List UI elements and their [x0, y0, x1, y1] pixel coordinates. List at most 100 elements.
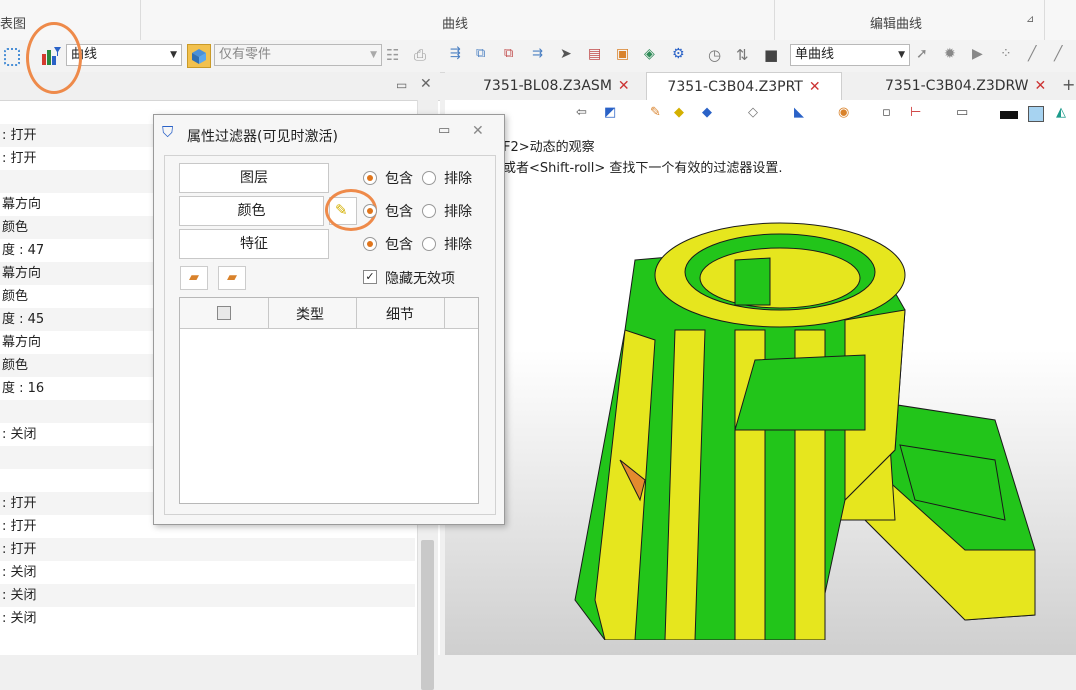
- graphics-viewport[interactable]: F2>动态的观察 或者<Shift-roll> 查找下一个有效的过滤器设置.: [445, 100, 1076, 655]
- ribbon-edit-curves-label: 编辑曲线: [870, 17, 923, 32]
- diagonal-icon[interactable]: ╱: [1054, 46, 1074, 66]
- scrollbar-thumb[interactable]: [421, 540, 434, 690]
- lamp-icon[interactable]: ◭: [1056, 105, 1066, 120]
- gear-icon[interactable]: ✹: [944, 46, 964, 66]
- move-icon[interactable]: ⇉: [532, 46, 552, 66]
- ribbon-left-label: 表图: [0, 17, 27, 32]
- layer-filter-label: 图层: [240, 170, 268, 186]
- dimension-icon[interactable]: ⊢: [910, 105, 921, 120]
- color-exclude-radio[interactable]: [422, 204, 436, 218]
- tab-prt[interactable]: 7351-C3B04.Z3PRT ✕: [646, 72, 842, 101]
- curve-tool-icon[interactable]: ☷: [386, 46, 406, 66]
- part-model[interactable]: [565, 220, 1045, 640]
- frame-icon[interactable]: ▫: [882, 105, 891, 120]
- ribbon-curves-label: 曲线: [442, 17, 469, 32]
- layer-include-radio[interactable]: [363, 171, 377, 185]
- filter-combo[interactable]: 曲线 ▼: [66, 44, 182, 66]
- ribbon-section-edit-curves: 编辑曲线 ⊿: [774, 0, 1045, 40]
- scope-combo[interactable]: 仅有零件 ▼: [214, 44, 382, 66]
- close-icon[interactable]: ✕: [1035, 78, 1047, 94]
- list-item: : 关闭: [0, 607, 415, 630]
- print-icon[interactable]: ⎙: [414, 46, 434, 66]
- list-item-text: : 打开: [2, 128, 37, 143]
- curve-type-combo[interactable]: 单曲线 ▼: [790, 44, 910, 66]
- attribute-filter-dialog: ⛉ 属性过滤器(可见时激活) ▭ ✕ 图层 包含 排除 颜色 ✎ 包含 排除 特…: [153, 114, 505, 525]
- list-item-text: 幕方向: [2, 197, 42, 212]
- close-icon[interactable]: ✕: [618, 78, 630, 94]
- close-icon[interactable]: ✕: [809, 79, 821, 95]
- feature-filter-button[interactable]: 特征: [179, 229, 329, 259]
- settings-icon[interactable]: ⚙: [672, 46, 692, 66]
- tab-label: 7351-C3B04.Z3DRW: [885, 78, 1029, 94]
- view-icon[interactable]: ◩: [604, 105, 616, 120]
- tab-asm[interactable]: 7351-BL08.Z3ASM ✕: [483, 72, 630, 100]
- scope-combo-value: 仅有零件: [219, 47, 272, 62]
- box-icon[interactable]: ◈: [644, 46, 664, 66]
- points-icon[interactable]: ⁘: [1000, 46, 1020, 66]
- paste-icon[interactable]: ⧉: [504, 46, 524, 66]
- restore-icon[interactable]: ▭: [396, 78, 407, 92]
- list-item-text: : 打开: [2, 542, 37, 557]
- pencil-icon[interactable]: ✎: [650, 105, 661, 120]
- list-icon[interactable]: ▤: [588, 46, 608, 66]
- ribbon-section-curves: 曲线: [140, 0, 775, 40]
- list-item-text: 度 : 45: [2, 312, 45, 327]
- chevron-down-icon: ▼: [898, 50, 905, 60]
- exit-icon[interactable]: ⇦: [576, 105, 587, 120]
- cube-blue-icon[interactable]: ◆: [702, 105, 712, 120]
- layer-filter-button[interactable]: 图层: [179, 163, 329, 193]
- list-item-text: : 打开: [2, 519, 37, 534]
- close-icon[interactable]: ✕: [420, 76, 432, 92]
- play-icon[interactable]: ▶: [972, 46, 992, 66]
- list-item-text: : 关闭: [2, 565, 37, 580]
- viewport-hint-2: 或者<Shift-roll> 查找下一个有效的过滤器设置.: [503, 161, 783, 176]
- feature-exclude-radio[interactable]: [422, 237, 436, 251]
- add-tab-icon[interactable]: +: [1062, 75, 1075, 94]
- list-item-text: 度 : 47: [2, 243, 45, 258]
- clock-icon[interactable]: ◷: [708, 46, 728, 66]
- color-filter-button[interactable]: 颜色: [179, 196, 324, 226]
- list-item-text: : 打开: [2, 496, 37, 511]
- cube-wire-icon[interactable]: ◇: [748, 105, 758, 120]
- render-icon[interactable]: ◉: [838, 105, 849, 120]
- save-folder-icon[interactable]: ▰: [218, 266, 246, 290]
- filter-icon: ⛉: [162, 123, 174, 141]
- hide-invalid-label: 隐藏无效项: [385, 271, 455, 287]
- tab-label: 7351-BL08.Z3ASM: [483, 78, 612, 94]
- copy-icon[interactable]: ⧉: [476, 46, 496, 66]
- pointer-icon[interactable]: ➤: [560, 46, 580, 66]
- ribbon-bar: 表图 曲线 编辑曲线 ⊿: [0, 0, 1076, 41]
- line-icon[interactable]: ╱: [1028, 46, 1048, 66]
- part-select-icon[interactable]: [187, 44, 211, 68]
- comment-icon[interactable]: ▭: [438, 123, 450, 138]
- display-icon[interactable]: ▭: [956, 105, 968, 120]
- select-box-icon[interactable]: [4, 48, 20, 66]
- viewport-hint-1: F2>动态的观察: [503, 140, 595, 155]
- column-type-header[interactable]: 类型: [296, 304, 324, 324]
- table-header: 类型 细节: [180, 298, 478, 329]
- section-icon[interactable]: ◣: [794, 105, 804, 120]
- color-blue-swatch[interactable]: [1028, 106, 1044, 122]
- cube-shaded-icon[interactable]: ◆: [674, 105, 684, 120]
- hide-invalid-checkbox[interactable]: ✓: [363, 270, 377, 284]
- color-black-swatch[interactable]: [1000, 111, 1018, 119]
- feature-include-radio[interactable]: [363, 237, 377, 251]
- layer-exclude-radio[interactable]: [422, 171, 436, 185]
- align-icon[interactable]: ⇶: [450, 46, 470, 66]
- view-toolbar: ⇦ ◩ ✎ ◆ ◆ ◇ ◣ ◉ ▫ ⊢ ▭ ◭: [560, 103, 1076, 127]
- column-detail-header[interactable]: 细节: [386, 304, 414, 324]
- stop-icon[interactable]: ■: [764, 46, 784, 66]
- curve-type-combo-value: 单曲线: [795, 47, 835, 62]
- list-item-text: : 打开: [2, 151, 37, 166]
- tab-drw[interactable]: 7351-C3B04.Z3DRW ✕: [885, 72, 1046, 100]
- open-folder-icon[interactable]: ▰: [180, 266, 208, 290]
- link-icon[interactable]: ⇅: [736, 46, 756, 66]
- select-all-checkbox[interactable]: [217, 306, 231, 320]
- cursor-icon[interactable]: ➚: [916, 46, 936, 66]
- color-include-radio[interactable]: [363, 204, 377, 218]
- folder-icon[interactable]: ▣: [616, 46, 636, 66]
- close-icon[interactable]: ✕: [472, 123, 484, 139]
- ribbon-expand-icon[interactable]: ⊿: [1026, 14, 1034, 25]
- main-toolbar: 曲线 ▼ 仅有零件 ▼ ☷ ⎙ ⇶ ⧉ ⧉ ⇉ ➤ ▤ ▣ ◈ ⚙ ◷ ⇅ ■ …: [0, 40, 1076, 73]
- list-item-text: : 关闭: [2, 588, 37, 603]
